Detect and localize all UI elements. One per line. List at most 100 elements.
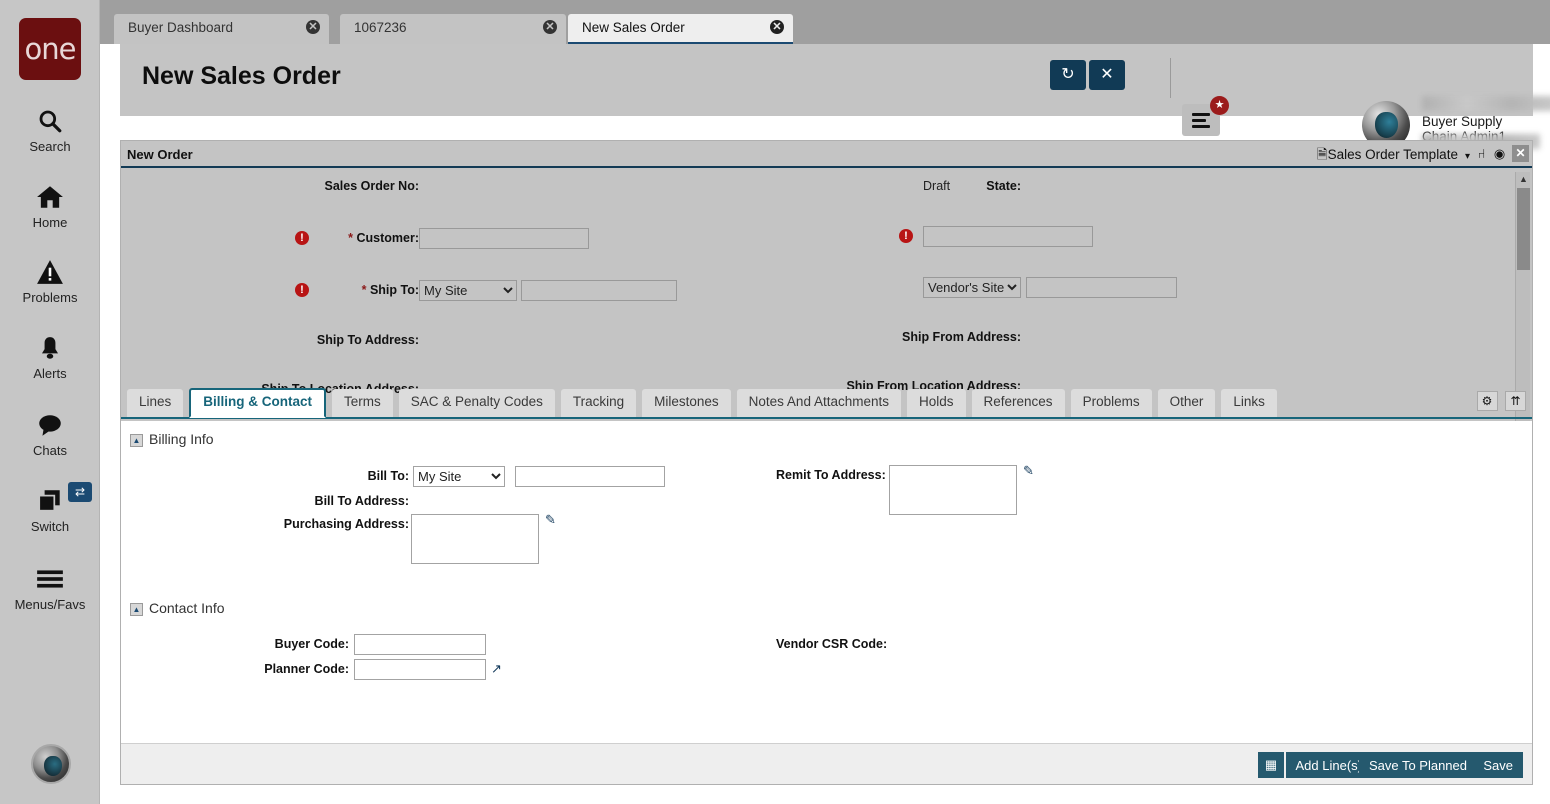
tab-tracking[interactable]: Tracking bbox=[560, 389, 637, 417]
tab-links[interactable]: Links bbox=[1221, 389, 1277, 417]
hierarchy-icon[interactable]: ⑁ bbox=[1473, 145, 1490, 162]
rail-label-chats: Chats bbox=[33, 443, 67, 458]
tab-label: Lines bbox=[139, 394, 172, 409]
rail-item-switch[interactable]: ⇄ Switch bbox=[0, 482, 100, 534]
edit-icon[interactable]: ✎ bbox=[1023, 463, 1038, 478]
rail-label-switch: Switch bbox=[30, 519, 70, 534]
refresh-button[interactable]: ↻ bbox=[1050, 60, 1086, 90]
menu-lines-icon bbox=[1192, 113, 1210, 131]
close-icon[interactable]: ✕ bbox=[306, 20, 320, 34]
header-divider bbox=[1170, 58, 1171, 98]
sales-order-template-dropdown[interactable]: 🗎Sales Order Template ▾ bbox=[1317, 145, 1470, 168]
rail-item-alerts[interactable]: Alerts bbox=[0, 331, 100, 381]
close-icon[interactable]: ✕ bbox=[543, 20, 557, 34]
planner-code-input[interactable] bbox=[354, 659, 486, 680]
scroll-up-icon[interactable]: ▲ bbox=[1516, 172, 1531, 186]
browser-tab-buyer-dashboard[interactable]: Buyer Dashboard ✕ bbox=[114, 14, 329, 44]
one-logo[interactable]: one bbox=[19, 18, 81, 80]
ship-to-type-select[interactable]: My Site bbox=[419, 280, 517, 301]
bill-to-type-select[interactable]: My Site bbox=[413, 466, 505, 487]
browser-tab-new-sales-order[interactable]: New Sales Order ✕ bbox=[568, 14, 793, 44]
eye-icon[interactable]: ◉ bbox=[1491, 145, 1508, 162]
card-header: New Order 🗎Sales Order Template ▾ ⑁ ◉ ✕ bbox=[121, 141, 1532, 168]
tab-label: Billing & Contact bbox=[203, 394, 313, 409]
close-icon[interactable]: ✕ bbox=[770, 20, 784, 34]
field-state: State: Draft bbox=[761, 176, 1461, 202]
ship-from-input[interactable] bbox=[1026, 277, 1177, 298]
remit-to-address-box[interactable] bbox=[889, 465, 1017, 515]
tab-holds[interactable]: Holds bbox=[907, 389, 966, 417]
search-icon bbox=[0, 104, 100, 138]
edit-icon[interactable]: ✎ bbox=[545, 512, 560, 527]
purchasing-address-box[interactable] bbox=[411, 514, 539, 564]
customer-input[interactable] bbox=[419, 228, 589, 249]
rail-item-home[interactable]: Home bbox=[0, 180, 100, 230]
tab-milestones[interactable]: Milestones bbox=[642, 389, 731, 417]
redacted-org-line-top bbox=[1422, 96, 1550, 111]
tab-notes-and-attachments[interactable]: Notes And Attachments bbox=[736, 389, 901, 417]
external-link-icon[interactable]: ↗ bbox=[491, 661, 506, 676]
field-ship-to-address: Ship To Address: bbox=[121, 330, 761, 356]
save-to-planned-button[interactable]: Save To Planned bbox=[1358, 752, 1477, 778]
hamburger-icon bbox=[0, 562, 100, 596]
field-label: Sales Order No: bbox=[324, 179, 419, 193]
rail-item-menus-favs[interactable]: Menus/Favs bbox=[0, 562, 100, 612]
tab-bar-tools: ⚙ ⇈ bbox=[1474, 391, 1526, 411]
buyer-code-input[interactable] bbox=[354, 634, 486, 655]
bell-icon bbox=[0, 331, 100, 365]
gear-icon[interactable]: ⚙ bbox=[1476, 391, 1498, 411]
form-left-column: Sales Order No: ! * Customer: ! * Ship T… bbox=[121, 170, 761, 500]
switch-badge-icon[interactable]: ⇄ bbox=[68, 482, 92, 502]
tab-lines[interactable]: Lines bbox=[127, 389, 184, 417]
browser-tab-label: 1067236 bbox=[354, 20, 407, 35]
rail-label-menus-favs: Menus/Favs bbox=[14, 597, 86, 612]
new-order-card: New Order 🗎Sales Order Template ▾ ⑁ ◉ ✕ S… bbox=[120, 140, 1533, 785]
rail-item-chats[interactable]: Chats bbox=[0, 408, 100, 458]
browser-tab-1067236[interactable]: 1067236 ✕ bbox=[340, 14, 566, 44]
tab-references[interactable]: References bbox=[971, 389, 1065, 417]
document-icon: 🗎 bbox=[1316, 147, 1328, 162]
tab-sac-and-penalty-codes[interactable]: SAC & Penalty Codes bbox=[398, 389, 555, 417]
card-title: New Order bbox=[127, 147, 193, 162]
field-vendor: ! * Vendor: bbox=[761, 226, 1461, 252]
field-vendor-csr-code: Vendor CSR Code: bbox=[761, 634, 1161, 658]
action-footer: ▦ Add Line(s) Save To Planned Save bbox=[121, 743, 1532, 784]
collapse-toggle-icon[interactable]: ▲ bbox=[130, 434, 143, 447]
field-label: State: bbox=[986, 179, 1021, 193]
field-customer: ! * Customer: bbox=[121, 228, 761, 254]
error-icon: ! bbox=[899, 229, 913, 243]
close-page-button[interactable]: ✕ bbox=[1089, 60, 1125, 90]
error-icon: ! bbox=[295, 231, 309, 245]
chat-icon bbox=[0, 408, 100, 442]
collapse-toggle-icon[interactable]: ▲ bbox=[130, 603, 143, 616]
field-label: Planner Code: bbox=[264, 662, 349, 676]
tab-label: References bbox=[983, 394, 1053, 409]
tab-terms[interactable]: Terms bbox=[332, 389, 393, 417]
field-label: Purchasing Address: bbox=[283, 517, 409, 531]
rail-item-search[interactable]: Search bbox=[0, 104, 100, 154]
rail-label-alerts: Alerts bbox=[33, 366, 67, 381]
tab-problems[interactable]: Problems bbox=[1070, 389, 1152, 417]
template-label: Sales Order Template bbox=[1327, 147, 1458, 162]
field-label: Bill To: bbox=[367, 469, 409, 483]
field-ship-to: ! * Ship To: My Site bbox=[121, 280, 761, 306]
collapse-icon[interactable]: ⇈ bbox=[1505, 391, 1526, 411]
tab-label: Tracking bbox=[572, 394, 625, 409]
ship-from-type-select[interactable]: Vendor's Site bbox=[923, 277, 1021, 298]
vendor-input[interactable] bbox=[923, 226, 1093, 247]
close-icon[interactable]: ✕ bbox=[1512, 145, 1529, 162]
page-header: New Sales Order ↻ ✕ ★ Buyer Supply Chain… bbox=[120, 44, 1550, 149]
ship-to-input[interactable] bbox=[521, 280, 677, 301]
field-label: Remit To Address: bbox=[776, 468, 886, 482]
scrollbar-thumb[interactable] bbox=[1517, 188, 1530, 270]
page-title: New Sales Order bbox=[142, 62, 341, 90]
rail-avatar[interactable] bbox=[31, 744, 71, 784]
close-icon: ✕ bbox=[1100, 66, 1114, 83]
calculator-button[interactable]: ▦ bbox=[1258, 752, 1284, 778]
bill-to-input[interactable] bbox=[515, 466, 665, 487]
tab-other[interactable]: Other bbox=[1157, 389, 1216, 417]
tab-billing-and-contact[interactable]: Billing & Contact bbox=[189, 388, 327, 418]
save-button[interactable]: Save bbox=[1473, 752, 1523, 778]
tab-label: Terms bbox=[344, 394, 381, 409]
rail-item-problems[interactable]: Problems bbox=[0, 255, 100, 305]
